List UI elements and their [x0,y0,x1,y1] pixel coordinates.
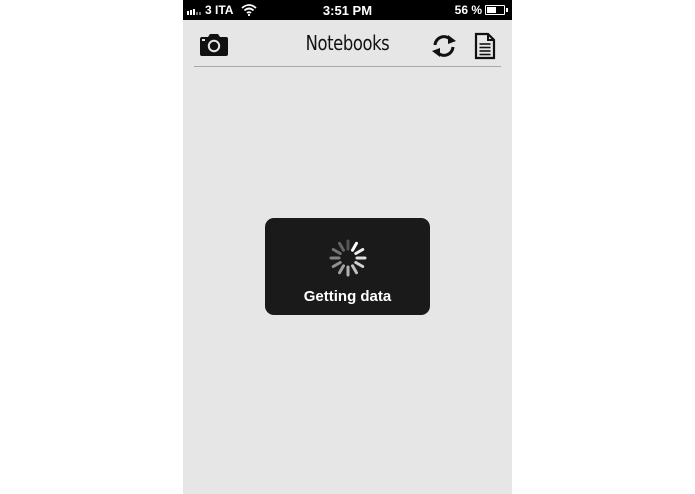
battery-fill [487,7,496,13]
status-right: 56 % [455,3,508,17]
spinner-spoke [354,261,365,268]
loading-message: Getting data [303,288,392,305]
loading-overlay: Getting data [265,218,430,315]
battery-percent: 56 % [454,3,482,17]
sync-button[interactable] [430,33,458,59]
new-note-button[interactable] [474,32,496,60]
phone-screen: 3 ITA 3:51 PM 56 % Notebooks Getting dat… [183,0,512,494]
spinner-spoke [338,264,345,275]
navigation-bar: Notebooks [183,20,512,66]
spinner-spoke [354,248,365,255]
spinner-spoke [331,248,342,255]
activity-spinner-icon [329,239,367,277]
status-bar: 3 ITA 3:51 PM 56 % [183,0,512,20]
spinner-spoke [331,261,342,268]
spinner-spoke [351,241,358,252]
sync-icon [432,35,456,57]
spinner-spoke [351,264,358,275]
nav-divider [194,66,501,67]
battery-tip [506,8,508,12]
spinner-spoke [338,241,345,252]
battery-icon [485,5,505,15]
document-icon [474,32,496,60]
